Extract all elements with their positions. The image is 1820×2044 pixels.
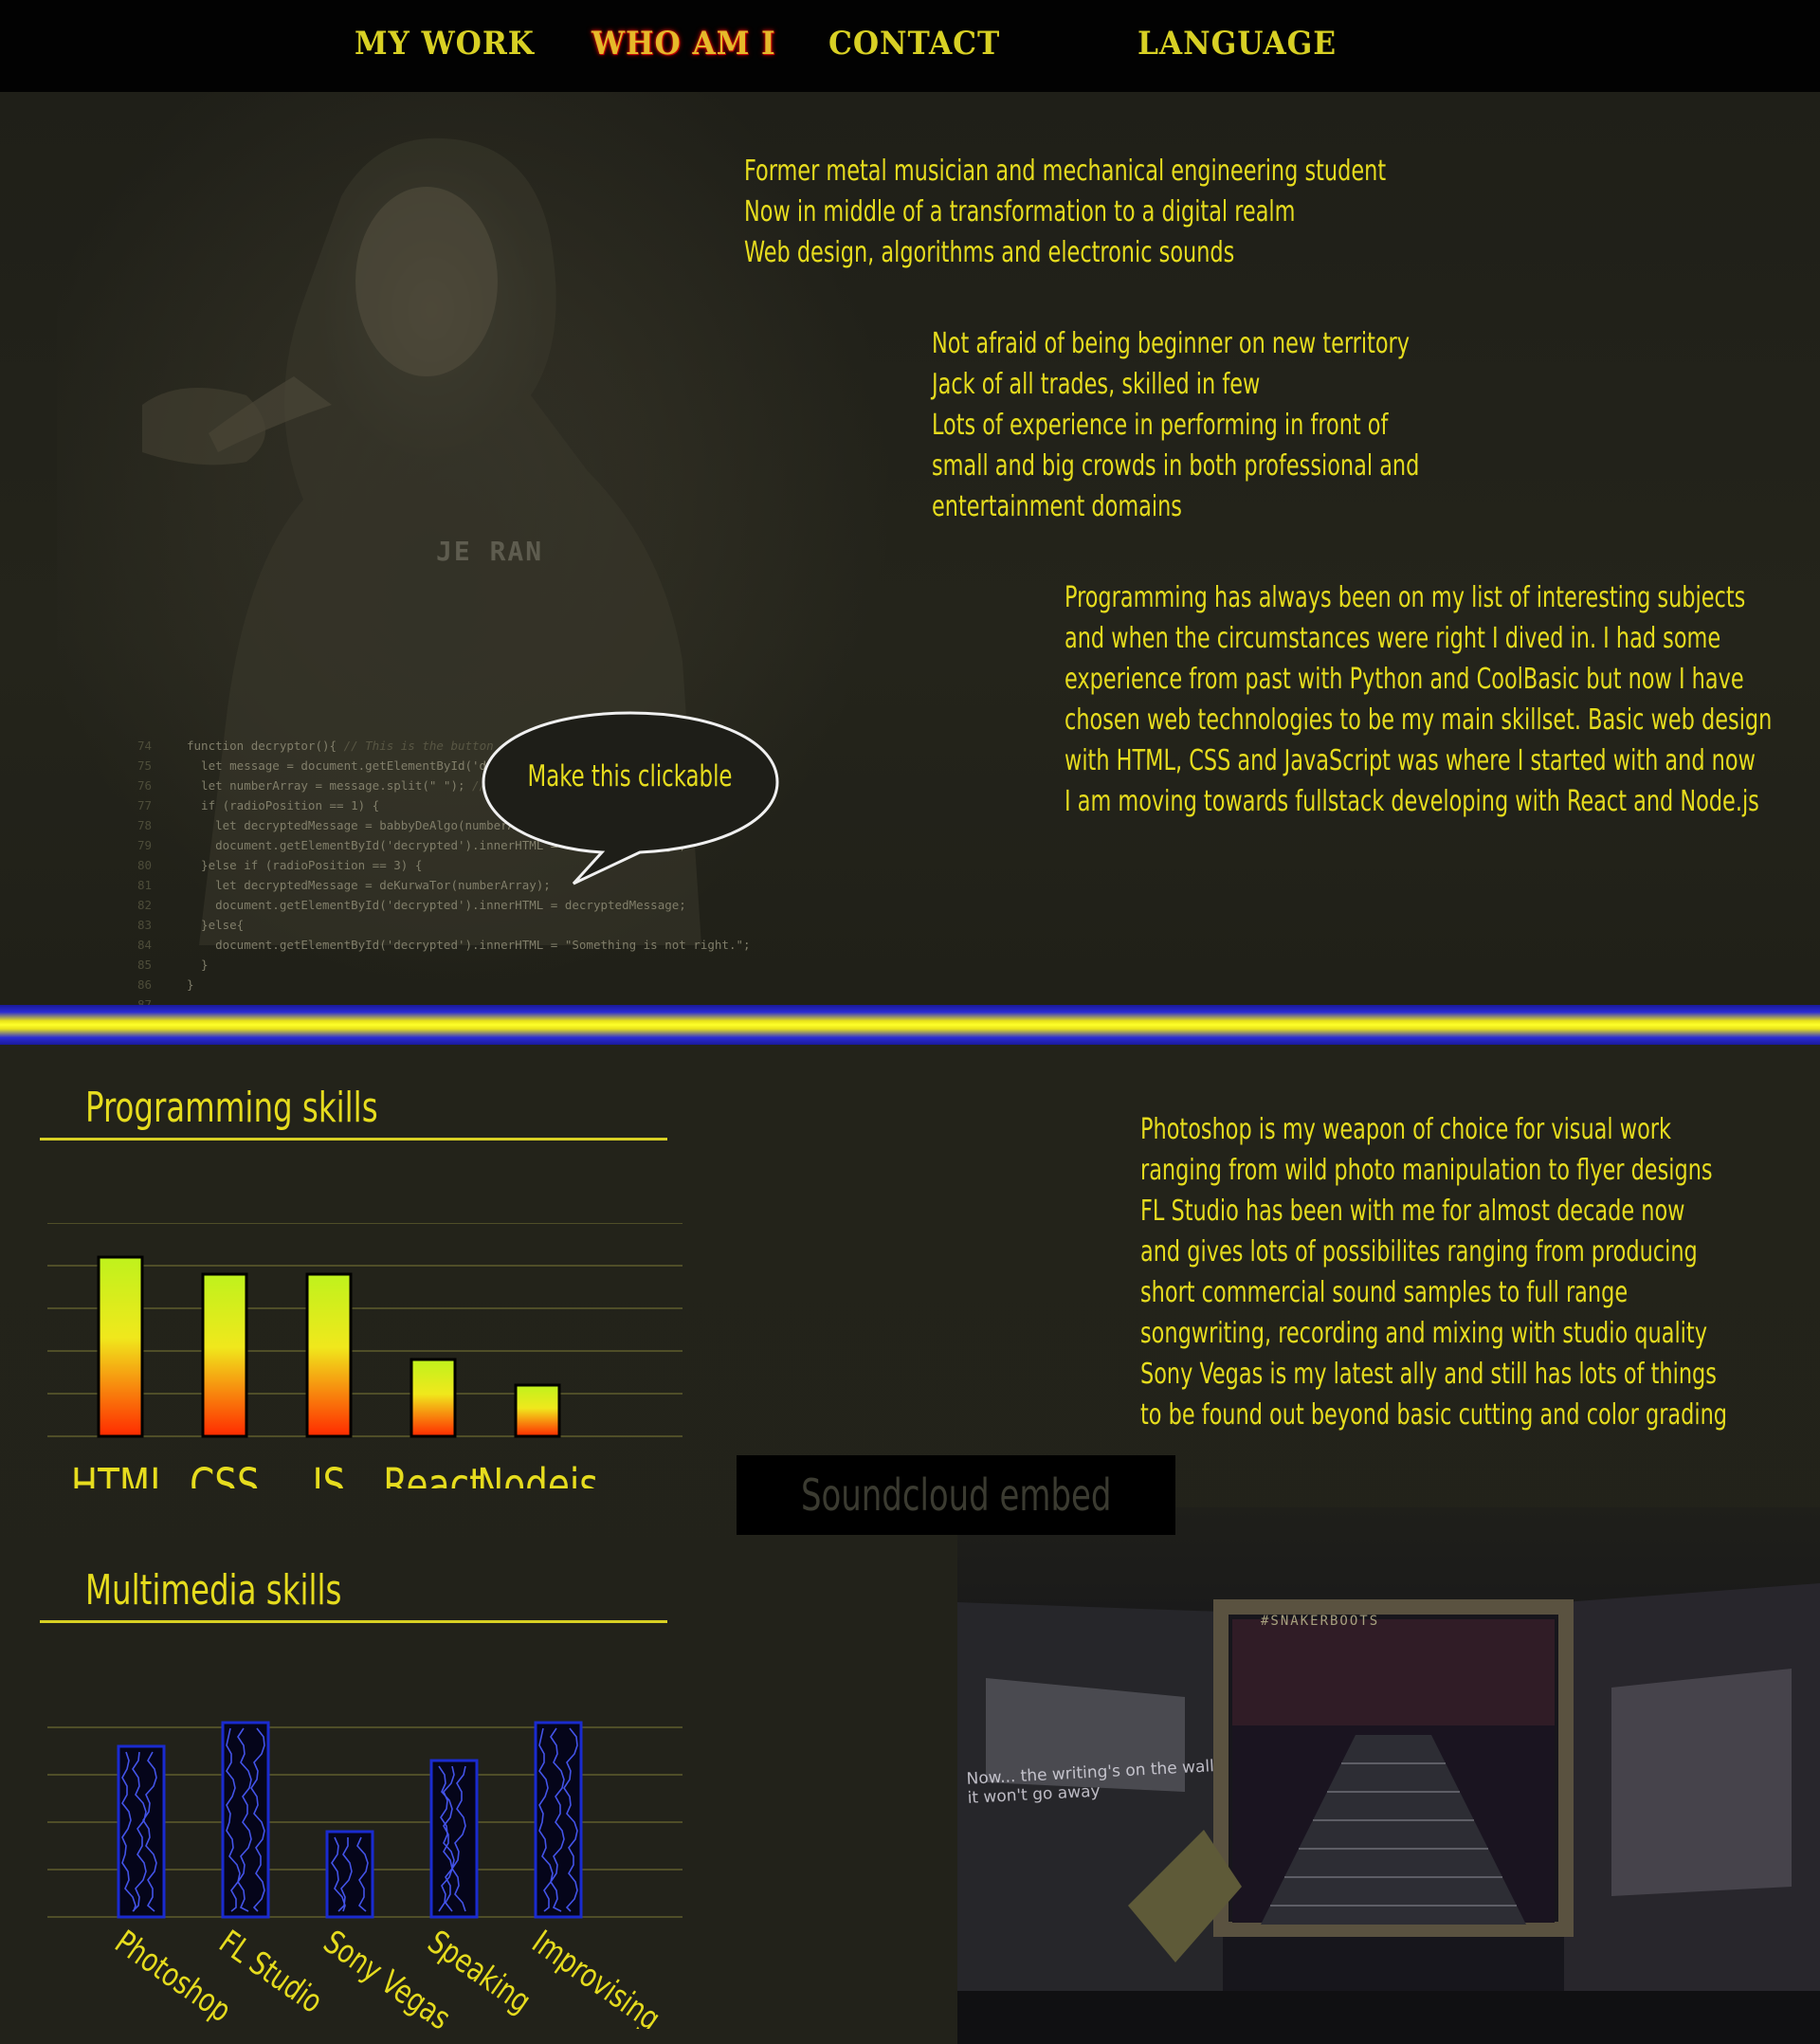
subway-artwork: #SNAKERBOOTS Now... the writing's on the… — [957, 1507, 1820, 2044]
programming-skills-title: Programming skills — [85, 1084, 378, 1132]
code-line-number: 87 — [137, 997, 153, 1005]
shirt-print: JE RAN — [436, 536, 544, 567]
code-line-number: 85 — [137, 958, 153, 972]
code-line-number: 80 — [137, 858, 153, 872]
code-line-text: let numberArray = message.split(" "); — [187, 778, 473, 793]
programming-skills-chart: HTML CSS JS ReactNodejs — [47, 1223, 682, 1488]
tick-label-html: HTML — [71, 1460, 170, 1488]
nav-contact[interactable]: CONTACT — [828, 25, 1000, 63]
code-line-number: 77 — [137, 798, 153, 812]
bar-css — [201, 1272, 248, 1438]
code-line: 83 }else{ — [137, 915, 782, 935]
bar-nodejs — [514, 1383, 561, 1438]
multimedia-skills-title: Multimedia skills — [85, 1566, 342, 1615]
intro-paragraph-2: Not afraid of being beginner on new terr… — [932, 327, 1420, 523]
intro-paragraph-1: Former metal musician and mechanical eng… — [744, 155, 1387, 269]
tick-label-react: React — [383, 1460, 483, 1488]
multimedia-description: Photoshop is my weapon of choice for vis… — [1140, 1113, 1728, 1432]
code-line: 84 document.getElementById('decrypted').… — [137, 935, 782, 955]
code-comment: // This is the button — [343, 739, 494, 753]
code-line-number: 79 — [137, 838, 153, 852]
code-line-number: 78 — [137, 818, 153, 832]
programming-title-underline — [40, 1138, 667, 1141]
soundcloud-placeholder: Soundcloud embed — [800, 1469, 1112, 1521]
multimedia-skills-chart: PhotoshopFL StudioSony VegasSpeakingImpr… — [47, 1721, 682, 2029]
bar-sony-vegas — [325, 1830, 374, 1919]
code-line-text: function decryptor(){ — [187, 739, 344, 753]
code-line-text: }else if (radioPosition == 3) { — [187, 858, 423, 872]
subway-sign: #SNAKERBOOTS — [1261, 1614, 1380, 1629]
soundcloud-embed[interactable]: Soundcloud embed — [737, 1455, 1175, 1535]
code-line-text: document.getElementById('decrypted').inn… — [187, 938, 751, 952]
tick-label-improvising: Improvising — [525, 1924, 666, 2029]
tick-label-js: JS — [310, 1460, 345, 1488]
about-section: JE RAN 74 function decryptor(){ // This i… — [0, 92, 1820, 1005]
nav-language[interactable]: LANGUAGE — [1138, 25, 1337, 63]
code-line-text: if (radioPosition == 1) { — [187, 798, 380, 812]
code-line-text: }else{ — [187, 918, 245, 932]
nav-my-work[interactable]: MY WORK — [355, 25, 535, 63]
bar-js — [305, 1272, 353, 1438]
code-line: 87 — [137, 995, 782, 1005]
bar-speaking — [429, 1759, 479, 1919]
code-line: 85 } — [137, 955, 782, 975]
bar-react — [410, 1358, 457, 1438]
code-line-number: 83 — [137, 918, 153, 932]
code-line-text: } — [187, 977, 194, 992]
code-line-number: 82 — [137, 898, 153, 912]
code-line-number: 84 — [137, 938, 153, 952]
code-line-number: 86 — [137, 977, 153, 992]
code-line: 86} — [137, 975, 782, 995]
intro-paragraph-3: Programming has always been on my list o… — [1065, 581, 1773, 818]
code-line-number: 76 — [137, 778, 153, 793]
code-line-number: 81 — [137, 878, 153, 892]
tick-label-nodejs: Nodejs — [477, 1460, 598, 1488]
section-divider — [0, 1005, 1820, 1045]
tick-label-photoshop: Photoshop — [108, 1924, 238, 2029]
code-line-number: 75 — [137, 758, 153, 773]
top-navigation: MY WORK WHO AM I CONTACT LANGUAGE — [0, 0, 1820, 93]
nav-who-am-i[interactable]: WHO AM I — [592, 25, 776, 63]
code-line-text: } — [187, 958, 209, 972]
bar-html — [97, 1255, 144, 1438]
multimedia-title-underline — [40, 1620, 667, 1623]
make-clickable-link[interactable]: Make this clickable — [511, 759, 748, 794]
tick-label-css: CSS — [190, 1460, 260, 1488]
code-line: 82 document.getElementById('decrypted').… — [137, 895, 782, 915]
code-line-text: document.getElementById('decrypted').inn… — [187, 898, 686, 912]
speech-bubble — [482, 711, 779, 885]
code-line-number: 74 — [137, 739, 153, 753]
